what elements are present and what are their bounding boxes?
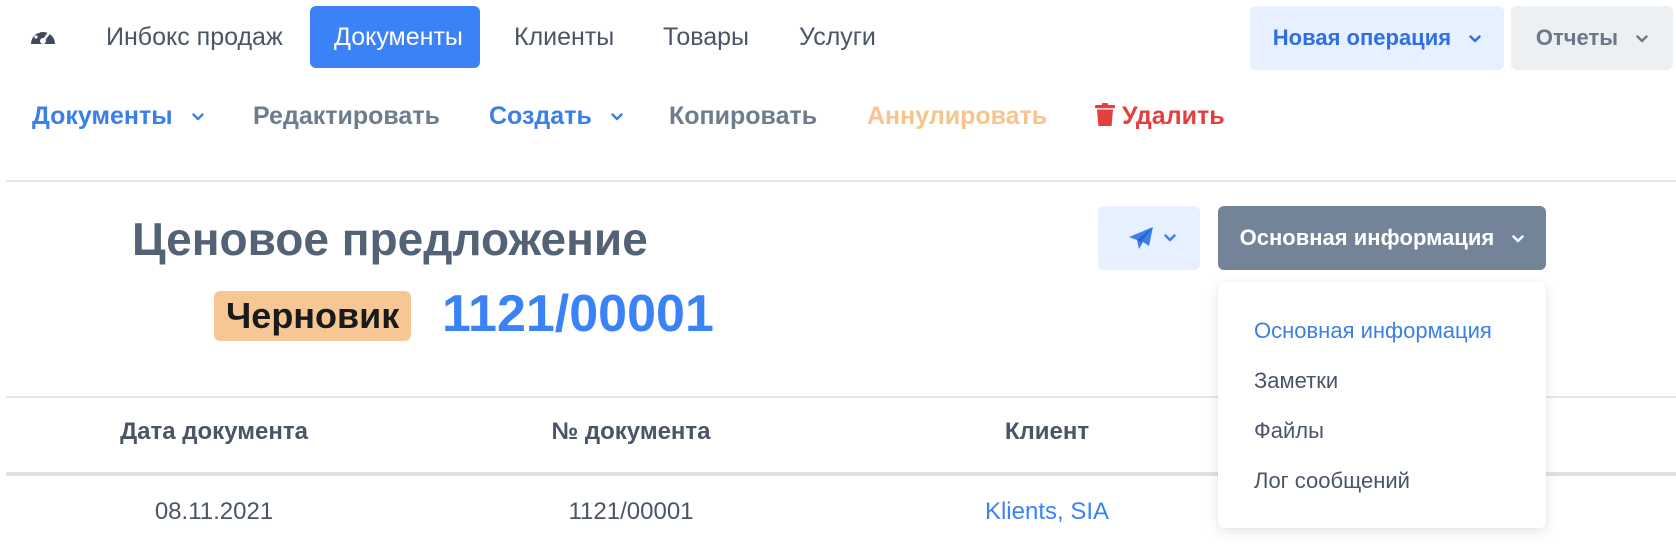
cell-document-date: 08.11.2021 <box>154 498 274 525</box>
copy-button[interactable]: Копировать <box>669 86 817 146</box>
cell-client-link[interactable]: Klients, SIA <box>985 498 1109 526</box>
annul-button[interactable]: Аннулировать <box>867 86 1047 146</box>
chevron-down-icon <box>191 113 204 121</box>
section-select-label: Основная информация <box>1239 225 1495 250</box>
trash-icon <box>1095 103 1115 126</box>
documents-menu-button[interactable]: Документы <box>32 86 204 146</box>
nav-item-documents[interactable]: Документы <box>310 6 480 68</box>
nav-item-clients[interactable]: Клиенты <box>490 6 638 68</box>
column-header-date: Дата документа <box>120 418 308 445</box>
page-title: Ценовое предложение <box>132 213 648 265</box>
create-menu-label: Создать <box>489 102 592 130</box>
chevron-down-icon <box>1512 235 1525 243</box>
chevron-down-icon <box>1469 35 1481 43</box>
dashboard-gauge-icon[interactable] <box>28 22 58 52</box>
nav-item-products[interactable]: Товары <box>639 6 773 68</box>
new-operation-label: Новая операция <box>1272 25 1452 50</box>
paper-plane-icon <box>1129 227 1153 249</box>
status-badge: Черновик <box>214 291 412 341</box>
nav-item-services[interactable]: Услуги <box>775 6 900 68</box>
top-navigation: Инбокс продаж Документы Клиенты Товары У… <box>0 0 1676 76</box>
create-menu-button[interactable]: Создать <box>489 86 623 146</box>
column-header-number: № документа <box>551 418 711 445</box>
dropdown-item-main-info[interactable]: Основная информация <box>1254 318 1492 344</box>
chevron-down-icon <box>1636 35 1648 43</box>
toolbar-divider <box>6 180 1676 182</box>
section-select-button[interactable]: Основная информация <box>1218 206 1546 270</box>
nav-item-sales-inbox[interactable]: Инбокс продаж <box>82 6 307 68</box>
section-dropdown-menu: Основная информация Заметки Файлы Лог со… <box>1218 282 1546 528</box>
reports-label: Отчеты <box>1535 25 1619 50</box>
documents-menu-label: Документы <box>32 102 173 130</box>
delete-button[interactable]: Удалить <box>1095 86 1225 146</box>
dropdown-item-notes[interactable]: Заметки <box>1254 368 1338 394</box>
delete-label: Удалить <box>1121 102 1225 130</box>
action-toolbar: Документы Редактировать Создать Копирова… <box>0 86 1676 146</box>
edit-button[interactable]: Редактировать <box>253 86 440 146</box>
dropdown-item-message-log[interactable]: Лог сообщений <box>1254 468 1410 494</box>
reports-button[interactable]: Отчеты <box>1511 6 1673 70</box>
send-button[interactable] <box>1098 206 1200 270</box>
cell-document-number: 1121/00001 <box>568 498 694 525</box>
chevron-down-icon <box>1164 234 1176 242</box>
chevron-down-icon <box>611 113 623 121</box>
column-header-client: Клиент <box>1004 418 1090 445</box>
dropdown-item-files[interactable]: Файлы <box>1254 418 1324 444</box>
new-operation-button[interactable]: Новая операция <box>1250 6 1504 70</box>
document-page: Инбокс продаж Документы Клиенты Товары У… <box>0 0 1676 546</box>
document-number: 1121/00001 <box>442 285 714 343</box>
